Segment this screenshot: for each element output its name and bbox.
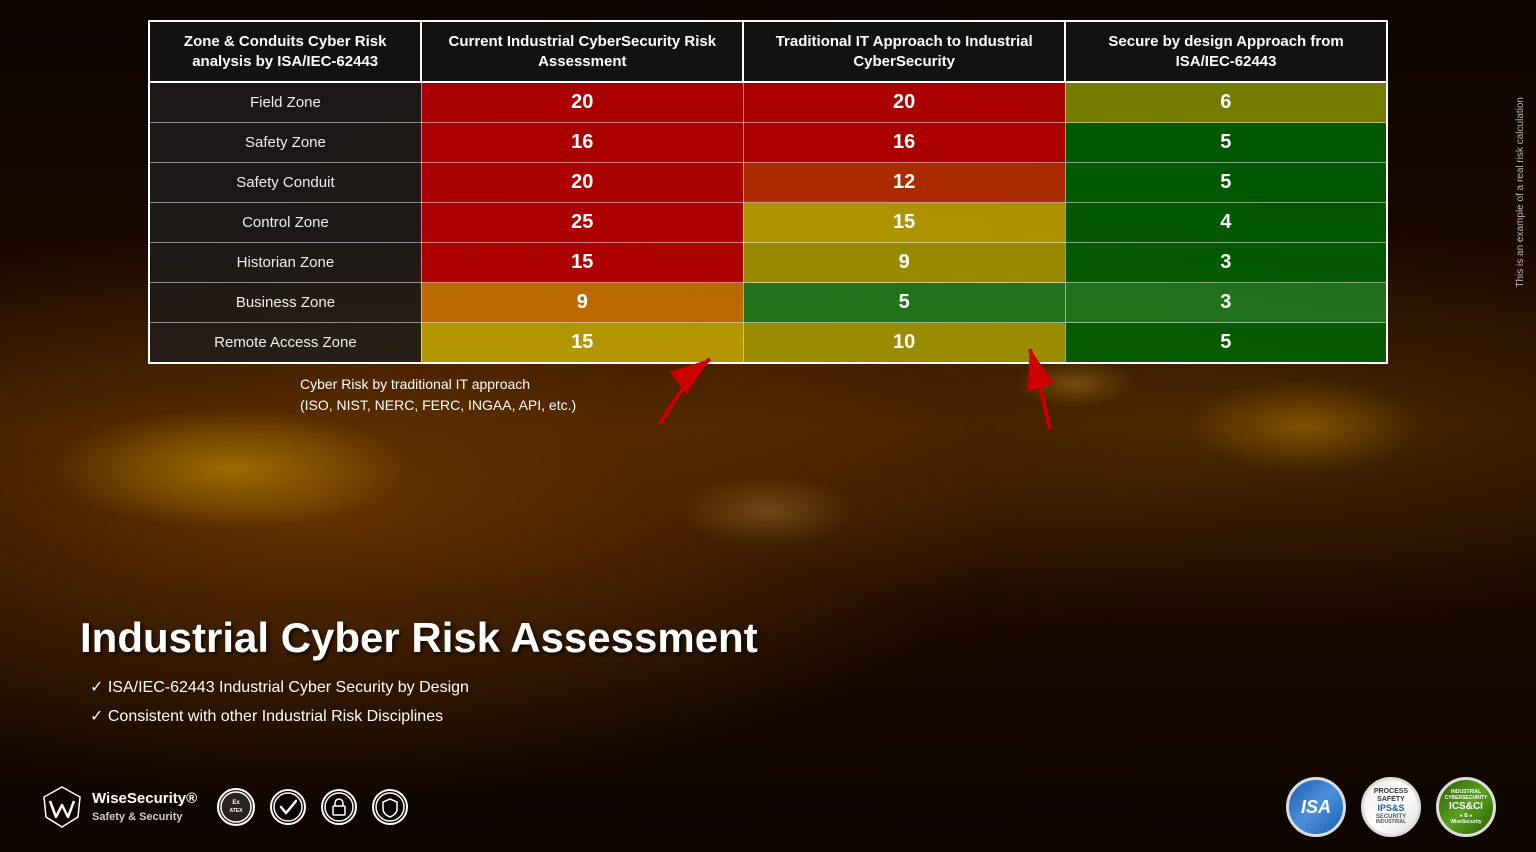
footer: WiseSecurity® Safety & Security Ex ATEX: [40, 777, 1496, 837]
ipss-badge: PROCESS SAFETY IPS&S SECURITY INDUSTRIAL: [1361, 777, 1421, 837]
header-current: Current Industrial CyberSecurity Risk As…: [421, 21, 743, 82]
secure-risk-cell: 6: [1065, 82, 1387, 123]
traditional-risk-cell: 16: [743, 123, 1065, 163]
current-risk-cell: 20: [421, 163, 743, 203]
table-row: Historian Zone1593: [149, 243, 1387, 283]
shield-badge: [372, 789, 408, 825]
bullet-list: ISA/IEC-62443 Industrial Cyber Security …: [90, 674, 1496, 732]
zone-cell: Field Zone: [149, 82, 421, 123]
table-row: Safety Zone16165: [149, 123, 1387, 163]
current-risk-cell: 9: [421, 283, 743, 323]
traditional-risk-cell: 9: [743, 243, 1065, 283]
secure-risk-cell: 5: [1065, 163, 1387, 203]
table-row: Safety Conduit20125: [149, 163, 1387, 203]
bullet-item: Consistent with other Industrial Risk Di…: [90, 703, 1496, 732]
table-container: Zone & Conduits Cyber Risk analysis by I…: [40, 20, 1496, 364]
secure-risk-cell: 3: [1065, 243, 1387, 283]
wise-security-logo: WiseSecurity® Safety & Security: [40, 785, 197, 829]
header-zone: Zone & Conduits Cyber Risk analysis by I…: [149, 21, 421, 82]
logo-area: WiseSecurity® Safety & Security Ex ATEX: [40, 785, 408, 829]
ics-badge: INDUSTRIAL CYBERSECURITY ICS&CI ● B ● Wi…: [1436, 777, 1496, 837]
arrow2-svg: [1000, 344, 1100, 434]
zone-cell: Safety Conduit: [149, 163, 421, 203]
wise-logo-icon: [40, 785, 84, 829]
secure-risk-cell: 3: [1065, 283, 1387, 323]
bullet-item: ISA/IEC-62443 Industrial Cyber Security …: [90, 674, 1496, 703]
sidebar-label: This is an example of a real risk calcul…: [1515, 20, 1526, 364]
svg-text:ATEX: ATEX: [230, 808, 244, 814]
wise-logo-name: WiseSecurity®: [92, 790, 197, 807]
header-secure: Secure by design Approach from ISA/IEC-6…: [1065, 21, 1387, 82]
isa-badge: ISA: [1286, 777, 1346, 837]
check-badge: [270, 789, 306, 825]
traditional-risk-cell: 20: [743, 82, 1065, 123]
zone-cell: Safety Zone: [149, 123, 421, 163]
traditional-risk-cell: 5: [743, 283, 1065, 323]
current-risk-cell: 15: [421, 243, 743, 283]
right-logos: ISA PROCESS SAFETY IPS&S SECURITY INDUST…: [1286, 777, 1496, 837]
table-row: Control Zone25154: [149, 203, 1387, 243]
annotation-block: Cyber Risk by traditional IT approach (I…: [40, 364, 1496, 444]
main-title: Industrial Cyber Risk Assessment: [80, 614, 1496, 662]
main-content: Zone & Conduits Cyber Risk analysis by I…: [0, 0, 1536, 454]
current-risk-cell: 25: [421, 203, 743, 243]
secure-risk-cell: 5: [1065, 323, 1387, 364]
traditional-risk-cell: 15: [743, 203, 1065, 243]
zone-cell: Historian Zone: [149, 243, 421, 283]
table-row: Business Zone953: [149, 283, 1387, 323]
atex-badge: Ex ATEX: [217, 788, 255, 826]
zone-cell: Control Zone: [149, 203, 421, 243]
comparison-table-wrapper: Zone & Conduits Cyber Risk analysis by I…: [148, 20, 1388, 364]
lower-section: Industrial Cyber Risk Assessment ISA/IEC…: [0, 594, 1536, 732]
cert-icons: Ex ATEX: [217, 788, 408, 826]
secure-risk-cell: 4: [1065, 203, 1387, 243]
comparison-table: Zone & Conduits Cyber Risk analysis by I…: [148, 20, 1388, 364]
zone-cell: Business Zone: [149, 283, 421, 323]
lock-badge: [321, 789, 357, 825]
svg-text:Ex: Ex: [232, 800, 240, 806]
wise-logo-subtitle: Safety & Security: [92, 811, 182, 823]
secure-risk-cell: 5: [1065, 123, 1387, 163]
wise-logo-text: WiseSecurity® Safety & Security: [92, 790, 197, 824]
arrow1-svg: [620, 354, 740, 434]
table-row: Field Zone20206: [149, 82, 1387, 123]
current-risk-cell: 20: [421, 82, 743, 123]
traditional-risk-cell: 12: [743, 163, 1065, 203]
annotation-text: Cyber Risk by traditional IT approach (I…: [300, 374, 576, 416]
current-risk-cell: 16: [421, 123, 743, 163]
zone-cell: Remote Access Zone: [149, 323, 421, 364]
header-traditional: Traditional IT Approach to Industrial Cy…: [743, 21, 1065, 82]
table-row: Remote Access Zone15105: [149, 323, 1387, 364]
